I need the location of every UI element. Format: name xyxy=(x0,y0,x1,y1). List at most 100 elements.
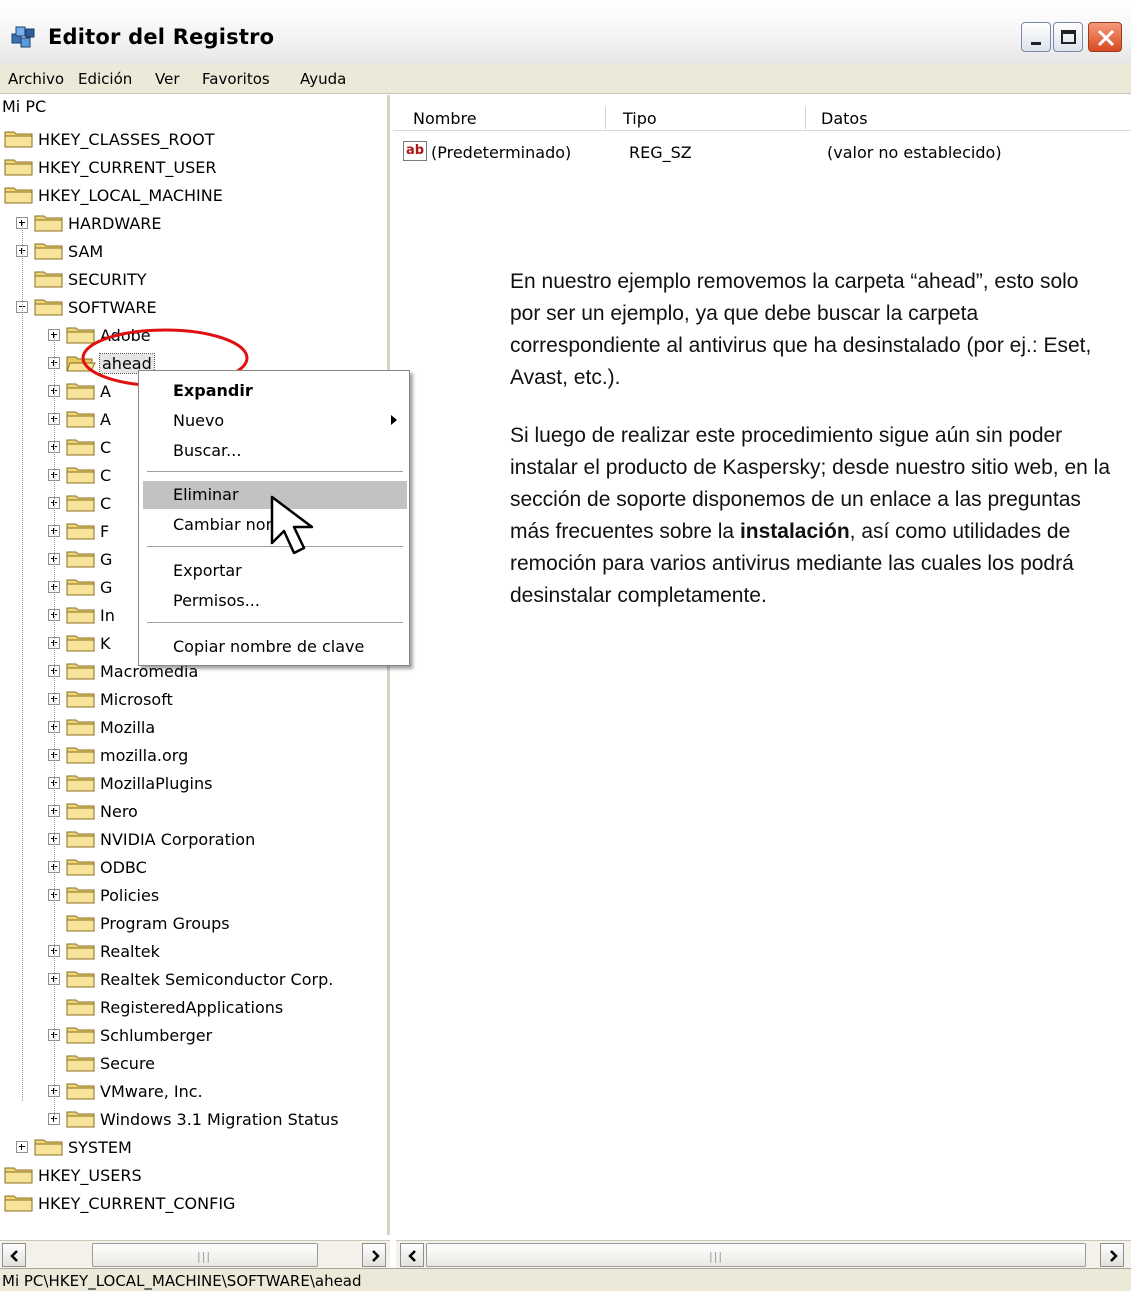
folder-icon xyxy=(66,969,96,989)
menu-item-exportar[interactable]: Exportar xyxy=(143,557,407,585)
folder-icon xyxy=(34,269,64,289)
folder-icon xyxy=(4,129,34,149)
scroll-thumb[interactable]: ||| xyxy=(92,1243,318,1267)
menu-edicion[interactable]: Edición xyxy=(78,70,132,88)
tree-node-label: RegisteredApplications xyxy=(100,998,284,1017)
tree-node-label: NVIDIA Corporation xyxy=(100,830,256,849)
folder-icon xyxy=(34,1137,64,1157)
folder-icon xyxy=(66,913,96,933)
tree-root-label: Mi PC xyxy=(2,97,47,116)
tree-node-label: ODBC xyxy=(100,858,147,877)
value-data: (valor no establecido) xyxy=(827,143,1002,162)
article-paragraph-1: En nuestro ejemplo removemos la carpeta … xyxy=(510,270,1092,389)
tree-node-label: mozilla.org xyxy=(100,746,189,765)
tree-node-label: Nero xyxy=(100,802,138,821)
tree-node-label: C xyxy=(100,466,112,485)
tree-node-label: G xyxy=(100,578,113,597)
folder-icon xyxy=(66,773,96,793)
folder-icon xyxy=(66,493,96,513)
folder-icon xyxy=(66,465,96,485)
tree-node-label: Secure xyxy=(100,1054,156,1073)
article-text: En nuestro ejemplo removemos la carpeta … xyxy=(510,266,1110,638)
folder-icon xyxy=(66,1053,96,1073)
folder-icon xyxy=(66,521,96,541)
value-type: REG_SZ xyxy=(629,143,692,162)
tree-node-label: Microsoft xyxy=(100,690,173,709)
folder-icon xyxy=(66,661,96,681)
menu-item-permisos[interactable]: Permisos... xyxy=(143,587,407,615)
folder-icon xyxy=(66,717,96,737)
status-path: Mi PC\HKEY_LOCAL_MACHINE\SOFTWARE\ahead xyxy=(2,1272,362,1290)
tree-node-label: Windows 3.1 Migration Status xyxy=(100,1110,339,1129)
folder-icon xyxy=(66,941,96,961)
list-header: Nombre Tipo Datos xyxy=(393,103,1131,131)
folder-icon xyxy=(34,213,64,233)
menu-item-nuevo[interactable]: Nuevo xyxy=(143,407,407,435)
maximize-button[interactable] xyxy=(1053,22,1083,52)
menu-archivo[interactable]: Archivo xyxy=(8,70,64,88)
scroll-right-button[interactable] xyxy=(1100,1243,1124,1267)
menu-ver[interactable]: Ver xyxy=(155,70,180,88)
tree-node-label: G xyxy=(100,550,113,569)
maximize-icon xyxy=(1061,30,1076,44)
folder-icon xyxy=(66,829,96,849)
tree-node-label: HKEY_USERS xyxy=(38,1166,142,1185)
arrow-right-icon xyxy=(1110,1250,1118,1262)
menu-item-expandir[interactable]: Expandir xyxy=(143,377,407,405)
tree-node-label: F xyxy=(100,522,110,541)
tree-node-label: SECURITY xyxy=(68,270,147,289)
tree-node-label: MozillaPlugins xyxy=(100,774,213,793)
folder-icon xyxy=(66,577,96,597)
value-name: (Predeterminado) xyxy=(431,143,572,162)
menu-item-copiar-nombre[interactable]: Copiar nombre de clave xyxy=(143,633,407,661)
menu-favoritos[interactable]: Favoritos xyxy=(202,70,270,88)
folder-icon xyxy=(4,185,34,205)
folder-icon xyxy=(66,437,96,457)
tree-node-label: Realtek xyxy=(100,942,160,961)
list-horizontal-scrollbar[interactable]: ||| xyxy=(396,1240,1131,1268)
minimize-button[interactable] xyxy=(1021,22,1051,52)
folder-icon xyxy=(66,1025,96,1045)
arrow-right-icon xyxy=(372,1250,380,1262)
tree-horizontal-scrollbar[interactable]: ||| xyxy=(0,1240,390,1268)
tree-node-label: HKEY_LOCAL_MACHINE xyxy=(38,186,223,205)
tree-node-label: A xyxy=(100,410,111,429)
menu-bar: Archivo Edición Ver Favoritos Ayuda xyxy=(0,64,1131,94)
folder-icon xyxy=(4,1193,34,1213)
menu-ayuda[interactable]: Ayuda xyxy=(300,70,346,88)
folder-icon xyxy=(66,801,96,821)
scroll-thumb[interactable]: ||| xyxy=(426,1243,1086,1267)
folder-icon xyxy=(66,549,96,569)
tree-node-label: Mozilla xyxy=(100,718,156,737)
column-datos[interactable]: Datos xyxy=(821,109,868,128)
tree-node-label: In xyxy=(100,606,115,625)
title-bar: Editor del Registro xyxy=(0,0,1131,64)
column-nombre[interactable]: Nombre xyxy=(413,109,477,128)
tree-node-label: Schlumberger xyxy=(100,1026,213,1045)
registry-editor-icon xyxy=(11,26,35,48)
folder-icon xyxy=(66,633,96,653)
menu-item-buscar[interactable]: Buscar... xyxy=(143,437,407,465)
tree-node-label: HKEY_CURRENT_USER xyxy=(38,158,217,177)
expand-icon[interactable] xyxy=(16,1141,28,1153)
column-tipo[interactable]: Tipo xyxy=(623,109,657,128)
folder-icon xyxy=(34,241,64,261)
mouse-cursor-icon xyxy=(270,495,314,555)
folder-icon xyxy=(66,857,96,877)
tree-node-label: C xyxy=(100,494,112,513)
folder-icon xyxy=(66,605,96,625)
article-paragraph-2: Si luego de realizar este procedimiento … xyxy=(510,424,1111,607)
scroll-left-button[interactable] xyxy=(2,1243,26,1267)
value-row[interactable]: ab (Predeterminado) REG_SZ (valor no est… xyxy=(403,141,1103,165)
tree-node-label: SYSTEM xyxy=(68,1138,132,1157)
folder-icon xyxy=(66,885,96,905)
status-bar: Mi PC\HKEY_LOCAL_MACHINE\SOFTWARE\ahead xyxy=(0,1268,1131,1291)
scroll-left-button[interactable] xyxy=(400,1243,424,1267)
tree-node-label: HKEY_CLASSES_ROOT xyxy=(38,130,215,149)
scroll-right-button[interactable] xyxy=(362,1243,386,1267)
close-button[interactable] xyxy=(1088,22,1122,52)
folder-icon xyxy=(4,157,34,177)
tree-node-label: VMware, Inc. xyxy=(100,1082,203,1101)
tree-node-label: HKEY_CURRENT_CONFIG xyxy=(38,1194,236,1213)
tree-node-label: Realtek Semiconductor Corp. xyxy=(100,970,334,989)
